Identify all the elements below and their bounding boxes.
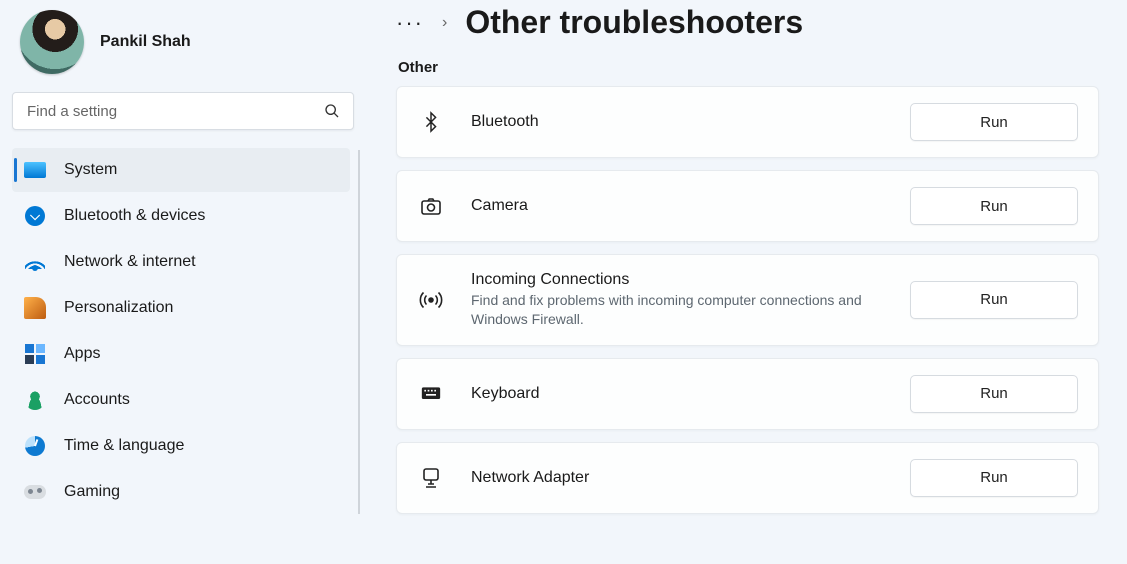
sidebar-item-label: Time & language bbox=[64, 437, 184, 455]
personalization-icon bbox=[24, 297, 46, 319]
user-profile[interactable]: Pankil Shah bbox=[12, 0, 358, 86]
breadcrumb: ··· › Other troubleshooters bbox=[396, 4, 1099, 41]
apps-icon bbox=[24, 343, 46, 365]
run-button[interactable]: Run bbox=[910, 187, 1078, 225]
troubleshooter-bluetooth: Bluetooth Run bbox=[396, 86, 1099, 158]
sidebar-item-label: Network & internet bbox=[64, 253, 196, 271]
troubleshooter-title: Network Adapter bbox=[471, 469, 884, 487]
run-button[interactable]: Run bbox=[910, 375, 1078, 413]
run-button[interactable]: Run bbox=[910, 281, 1078, 319]
troubleshooter-camera: Camera Run bbox=[396, 170, 1099, 242]
sidebar-item-personalization[interactable]: Personalization bbox=[12, 286, 350, 330]
troubleshooter-keyboard: Keyboard Run bbox=[396, 358, 1099, 430]
time-language-icon bbox=[24, 435, 46, 457]
system-icon bbox=[24, 159, 46, 181]
wifi-icon bbox=[24, 251, 46, 273]
troubleshooter-list: Bluetooth Run Camera Run Incoming Connec… bbox=[396, 86, 1099, 514]
troubleshooter-title: Bluetooth bbox=[471, 113, 884, 131]
camera-icon bbox=[417, 192, 445, 220]
search-field[interactable] bbox=[12, 92, 354, 130]
run-button[interactable]: Run bbox=[910, 459, 1078, 497]
sidebar-item-label: Gaming bbox=[64, 483, 120, 501]
troubleshooter-incoming-connections: Incoming Connections Find and fix proble… bbox=[396, 254, 1099, 346]
bluetooth-glyph-icon bbox=[417, 108, 445, 136]
sidebar-item-system[interactable]: System bbox=[12, 148, 350, 192]
user-name: Pankil Shah bbox=[100, 33, 191, 51]
sidebar-item-label: Bluetooth & devices bbox=[64, 207, 205, 225]
breadcrumb-more[interactable]: ··· bbox=[396, 10, 424, 36]
keyboard-icon bbox=[417, 380, 445, 408]
sidebar-item-time-language[interactable]: Time & language bbox=[12, 424, 350, 468]
sidebar-nav: System ⌵ Bluetooth & devices Network & i… bbox=[12, 148, 358, 514]
main-content: ··· › Other troubleshooters Other Blueto… bbox=[360, 0, 1127, 564]
run-button[interactable]: Run bbox=[910, 103, 1078, 141]
sidebar-item-label: Personalization bbox=[64, 299, 173, 317]
sidebar-item-label: Apps bbox=[64, 345, 100, 363]
bluetooth-icon: ⌵ bbox=[24, 205, 46, 227]
troubleshooter-title: Incoming Connections bbox=[471, 271, 884, 289]
troubleshooter-network-adapter: Network Adapter Run bbox=[396, 442, 1099, 514]
chevron-right-icon: › bbox=[442, 14, 447, 32]
accounts-icon bbox=[24, 389, 46, 411]
network-adapter-icon bbox=[417, 464, 445, 492]
sidebar-item-apps[interactable]: Apps bbox=[12, 332, 350, 376]
troubleshooter-title: Keyboard bbox=[471, 385, 884, 403]
sidebar-item-network-internet[interactable]: Network & internet bbox=[12, 240, 350, 284]
search-icon bbox=[324, 103, 340, 119]
gaming-icon bbox=[24, 481, 46, 503]
sidebar-item-label: System bbox=[64, 161, 117, 179]
sidebar-item-accounts[interactable]: Accounts bbox=[12, 378, 350, 422]
troubleshooter-title: Camera bbox=[471, 197, 884, 215]
sidebar-item-gaming[interactable]: Gaming bbox=[12, 470, 350, 514]
troubleshooter-desc: Find and fix problems with incoming comp… bbox=[471, 291, 884, 329]
sidebar-item-bluetooth-devices[interactable]: ⌵ Bluetooth & devices bbox=[12, 194, 350, 238]
avatar bbox=[20, 10, 84, 74]
sidebar: Pankil Shah System ⌵ Bluetooth & devices… bbox=[0, 0, 360, 564]
sidebar-item-label: Accounts bbox=[64, 391, 130, 409]
search-input[interactable] bbox=[12, 92, 354, 130]
broadcast-icon bbox=[417, 286, 445, 314]
section-label-other: Other bbox=[398, 59, 1099, 76]
page-title: Other troubleshooters bbox=[465, 4, 803, 41]
